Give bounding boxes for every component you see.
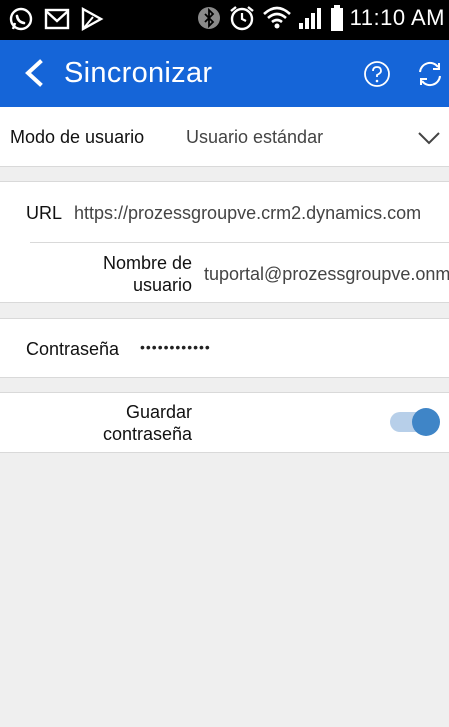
username-label: Nombre de usuario — [90, 252, 192, 296]
gmail-icon — [44, 8, 70, 30]
username-label-line2: usuario — [132, 275, 192, 295]
chevron-down-icon — [418, 132, 440, 145]
toggle-knob — [412, 408, 440, 436]
save-password-line1: Guardar — [125, 402, 192, 422]
wifi-icon — [262, 6, 291, 29]
username-label-line1: Nombre de — [102, 253, 192, 273]
url-field[interactable]: https://prozessgroupve.crm2.dynamics.com — [74, 203, 449, 224]
password-field[interactable]: •••••••••••• — [140, 339, 211, 355]
back-icon[interactable] — [20, 58, 50, 88]
status-bar: 11:10 AM — [0, 0, 449, 40]
save-password-toggle[interactable] — [380, 393, 449, 453]
server-group: URL https://prozessgroupve.crm2.dynamics… — [0, 182, 449, 303]
play-store-icon — [81, 6, 104, 32]
signal-icon — [298, 8, 321, 29]
page-title: Sincronizar — [64, 57, 213, 89]
battery-icon — [330, 5, 343, 31]
password-label: Contraseña — [26, 339, 120, 359]
save-password-line2: contraseña — [102, 424, 192, 444]
password-row: Contraseña •••••••••••• — [0, 319, 449, 378]
whatsapp-icon — [9, 7, 33, 31]
username-field[interactable]: tuportal@prozessgroupve.onmicrosoft.com — [204, 264, 449, 285]
alarm-icon — [229, 6, 254, 31]
status-time: 11:10 AM — [349, 5, 445, 30]
app-bar: Sincronizar — [0, 40, 449, 107]
save-password-label: Guardar contraseña — [70, 401, 192, 445]
user-mode-value: Usuario estándar — [186, 127, 324, 147]
bluetooth-icon — [197, 7, 220, 29]
save-password-row: Guardar contraseña — [0, 393, 449, 453]
user-mode-select[interactable]: Modo de usuario Usuario estándar — [0, 107, 449, 167]
help-icon[interactable] — [363, 60, 391, 88]
divider — [30, 242, 449, 243]
user-mode-label: Modo de usuario — [10, 127, 145, 147]
sync-icon[interactable] — [414, 60, 449, 88]
url-label: URL — [26, 203, 63, 223]
